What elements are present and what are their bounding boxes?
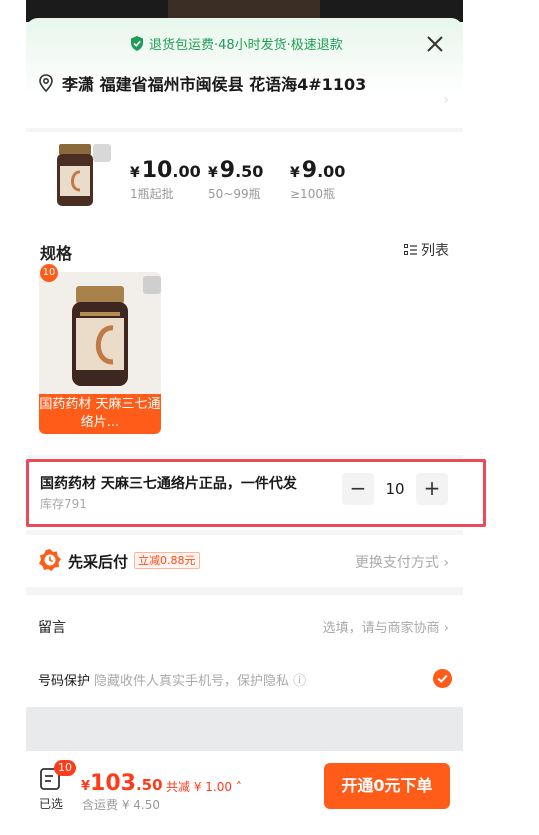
selected-count-badge: 10 xyxy=(40,264,58,282)
chevron-right-icon: › xyxy=(443,621,449,636)
number-protection-desc: 隐藏收件人真实手机号，保护隐私 ⓘ xyxy=(94,674,307,689)
spec-option-card[interactable]: 国药药材 天麻三七通络片... xyxy=(39,272,161,434)
service-banner-text: 退货包运费·48小时发货·极速退款 xyxy=(149,38,343,53)
zoom-icon[interactable] xyxy=(93,144,111,162)
shield-check-icon xyxy=(131,36,143,51)
pay-later-icon xyxy=(39,549,61,571)
shipping-fee: 含运费 ¥ 4.50 xyxy=(82,798,160,812)
quantity-stepper: − 10 + xyxy=(342,473,448,505)
cart-count-badge: 10 xyxy=(54,760,76,776)
message-input[interactable]: 选填，请与商家协商 › xyxy=(323,617,449,636)
spec-title: 规格 xyxy=(40,244,73,263)
total-discount[interactable]: 共减 ¥ 1.00 ˄ xyxy=(166,778,242,795)
number-protection-label: 号码保护 xyxy=(38,674,91,689)
pay-later-label: 先采后付 xyxy=(68,553,129,571)
list-view-label: 列表 xyxy=(421,243,449,259)
price-tier-condition: 50~99瓶 xyxy=(208,187,261,201)
decrease-button[interactable]: − xyxy=(342,473,374,505)
quantity-value[interactable]: 10 xyxy=(374,480,416,498)
list-view-toggle[interactable]: 列表 xyxy=(404,240,449,260)
close-icon[interactable] xyxy=(424,33,446,55)
discount-badge: 立减0.88元 xyxy=(134,552,200,569)
chevron-right-icon: › xyxy=(443,92,449,108)
help-icon[interactable]: ⓘ xyxy=(293,674,306,689)
price-tier-1: ¥10.00 1瓶起批 xyxy=(130,158,201,201)
sku-name: 国药药材 天麻三七通络片正品，一件代发 xyxy=(40,476,297,492)
chevron-up-icon: ˄ xyxy=(235,780,242,794)
change-payment-link[interactable]: 更换支付方式 › xyxy=(355,552,449,572)
payment-row[interactable]: 先采后付 立减0.88元 更换支付方式 › xyxy=(26,535,463,587)
service-banner: 退货包运费·48小时发货·极速退款 李潇 福建省福州市闽侯县 花语海4#1103… xyxy=(26,18,463,128)
sku-row: 国药药材 天麻三七通络片正品，一件代发 库存791 − 10 + xyxy=(26,458,463,530)
price-tier-condition: 1瓶起批 xyxy=(130,187,174,201)
place-order-button[interactable]: 开通0元下单 xyxy=(324,763,450,809)
order-sheet-screen: 退货包运费·48小时发货·极速退款 李潇 福建省福州市闽侯县 花语海4#1103… xyxy=(0,0,539,835)
selected-label: 已选 xyxy=(39,797,64,811)
total-price: ¥103.50 xyxy=(81,771,163,796)
message-label: 留言 xyxy=(38,620,66,636)
price-tier-2: ¥9.50 50~99瓶 xyxy=(208,158,264,201)
list-icon xyxy=(404,244,417,255)
sku-stock: 库存791 xyxy=(40,497,87,511)
product-panel: ¥10.00 1瓶起批 ¥9.50 50~99瓶 ¥9.00 ≥100瓶 规格 … xyxy=(26,132,463,455)
spec-option-name: 国药药材 天麻三七通络片... xyxy=(39,394,161,434)
divider-area xyxy=(26,707,463,751)
message-panel: 留言 选填，请与商家协商 › 号码保护 隐藏收件人真实手机号，保护隐私 ⓘ xyxy=(26,595,463,707)
order-sheet: 退货包运费·48小时发货·极速退款 李潇 福建省福州市闽侯县 花语海4#1103… xyxy=(26,0,463,835)
checkout-bar: 10 已选 ¥103.50 共减 ¥ 1.00 ˄ 含运费 ¥ 4.50 开通0… xyxy=(26,751,463,835)
chevron-right-icon: › xyxy=(443,555,449,571)
price-tier-3: ¥9.00 ≥100瓶 xyxy=(290,158,346,201)
zoom-icon[interactable] xyxy=(143,276,161,294)
checkbox-checked-icon[interactable] xyxy=(433,669,452,688)
product-thumbnail[interactable] xyxy=(56,144,94,208)
increase-button[interactable]: + xyxy=(416,473,448,505)
shipping-address[interactable]: 李潇 福建省福州市闽侯县 花语海4#1103 xyxy=(38,70,451,96)
location-pin-icon xyxy=(39,74,53,92)
address-text: 李潇 福建省福州市闽侯县 花语海4#1103 xyxy=(62,75,367,94)
price-tier-condition: ≥100瓶 xyxy=(290,187,335,201)
